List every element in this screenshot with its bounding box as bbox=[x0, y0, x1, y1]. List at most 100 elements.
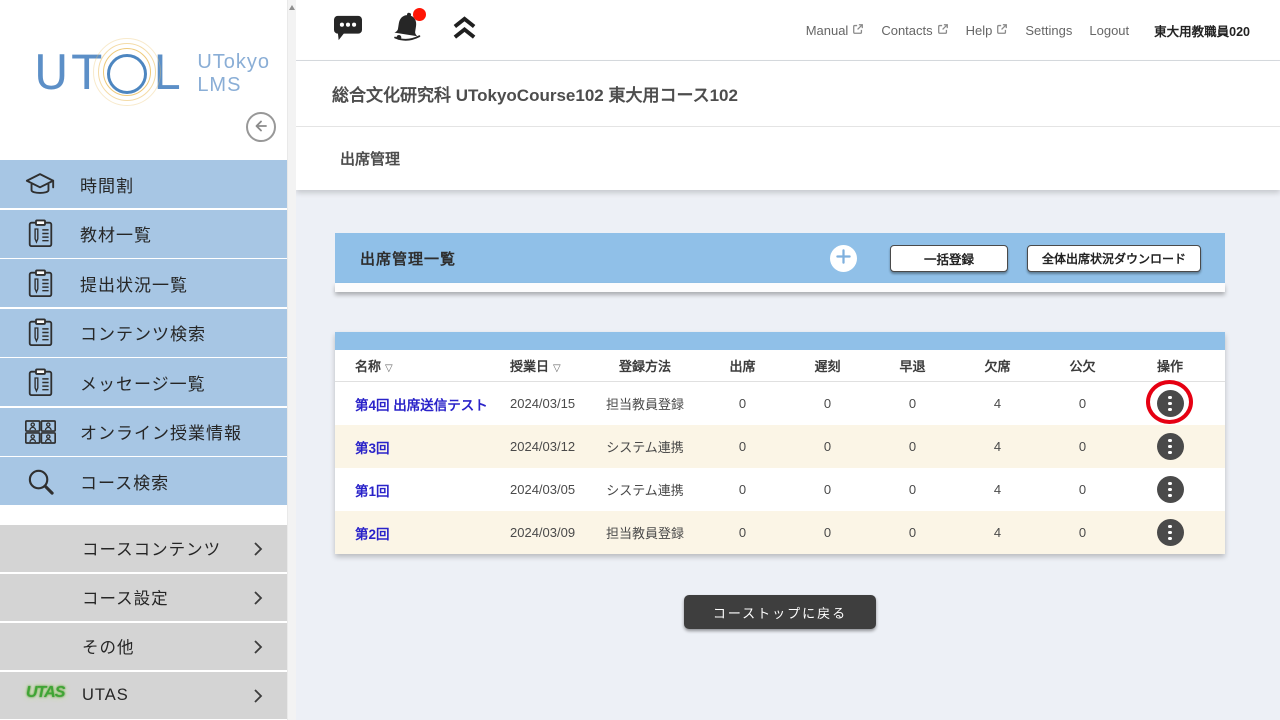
nav-link-settings[interactable]: Settings bbox=[1025, 23, 1072, 38]
attendance-panel-header: 出席管理一覧 一括登録 全体出席状況ダウンロード bbox=[335, 233, 1225, 283]
present-count: 0 bbox=[700, 525, 785, 540]
row-actions-menu-button[interactable] bbox=[1157, 519, 1184, 546]
table-header-row: 名称▽ 授業日▽ 登録方法 出席 遅刻 早退 欠席 公欠 操作 bbox=[335, 350, 1225, 382]
sidebar-item-label: コースコンテンツ bbox=[82, 536, 221, 560]
kebab-dot bbox=[1168, 494, 1172, 498]
collapse-topbar-icon[interactable] bbox=[451, 15, 478, 46]
sidebar-item-timetable[interactable]: 時間割 bbox=[0, 160, 287, 208]
chat-icon[interactable] bbox=[333, 14, 363, 47]
sidebar-item-label: UTAS bbox=[82, 686, 129, 705]
attendance-record-link[interactable]: 第4回 出席送信テスト bbox=[355, 398, 488, 413]
chevron-right-icon bbox=[253, 541, 263, 562]
kebab-dot bbox=[1168, 408, 1172, 412]
sidebar-collapse-button[interactable] bbox=[246, 112, 276, 142]
external-link-icon bbox=[937, 23, 949, 38]
clipboard-icon bbox=[0, 368, 80, 397]
arrow-left-icon bbox=[253, 118, 269, 137]
sort-icon[interactable]: ▽ bbox=[553, 363, 561, 374]
sidebar-item-course-settings[interactable]: コース設定 bbox=[0, 574, 287, 621]
kebab-dot bbox=[1168, 482, 1172, 486]
row-actions-menu-button[interactable] bbox=[1157, 476, 1184, 503]
nav-link-contacts[interactable]: Contacts bbox=[881, 23, 948, 38]
sidebar-item-messages[interactable]: メッセージ一覧 bbox=[0, 358, 287, 406]
nav-link-logout[interactable]: Logout bbox=[1089, 23, 1129, 38]
utas-logo-icon: UTAS bbox=[26, 684, 64, 702]
left-early-count: 0 bbox=[870, 396, 955, 411]
nav-link-manual[interactable]: Manual bbox=[806, 23, 865, 38]
excused-count: 0 bbox=[1040, 439, 1125, 454]
sidebar-menu: 時間割 教材一覧 提出状況一覧 bbox=[0, 160, 287, 719]
table-row: 第1回 2024/03/05 システム連携 0 0 0 4 0 bbox=[335, 468, 1225, 511]
sidebar-item-utas[interactable]: UTAS UTAS bbox=[0, 672, 287, 719]
attendance-record-link[interactable]: 第3回 bbox=[355, 441, 390, 456]
sidebar: U T L UTokyo LMS bbox=[0, 0, 287, 720]
external-link-icon bbox=[996, 23, 1008, 38]
chevron-right-icon bbox=[253, 590, 263, 611]
download-all-attendance-button[interactable]: 全体出席状況ダウンロード bbox=[1027, 245, 1201, 272]
sidebar-item-label: 提出状況一覧 bbox=[80, 271, 188, 296]
sidebar-item-submissions[interactable]: 提出状況一覧 bbox=[0, 259, 287, 307]
excused-count: 0 bbox=[1040, 482, 1125, 497]
sidebar-item-label: 時間割 bbox=[80, 172, 134, 197]
excused-count: 0 bbox=[1040, 396, 1125, 411]
table-row: 第3回 2024/03/12 システム連携 0 0 0 4 0 bbox=[335, 425, 1225, 468]
col-header-name[interactable]: 名称▽ bbox=[355, 356, 510, 375]
late-count: 0 bbox=[785, 482, 870, 497]
col-header-class-date[interactable]: 授業日▽ bbox=[510, 356, 590, 375]
search-icon bbox=[0, 467, 80, 496]
absent-count: 4 bbox=[955, 396, 1040, 411]
absent-count: 4 bbox=[955, 482, 1040, 497]
absent-count: 4 bbox=[955, 439, 1040, 454]
add-attendance-button[interactable] bbox=[830, 245, 857, 272]
late-count: 0 bbox=[785, 439, 870, 454]
plus-icon bbox=[836, 249, 851, 267]
scrollbar-up-arrow-icon[interactable] bbox=[289, 5, 295, 10]
col-header-registration-method: 登録方法 bbox=[590, 356, 700, 375]
registration-method: 担当教員登録 bbox=[590, 523, 700, 542]
sidebar-item-label: メッセージ一覧 bbox=[80, 370, 206, 395]
sidebar-item-course-search[interactable]: コース検索 bbox=[0, 457, 287, 505]
row-actions-menu-button[interactable] bbox=[1157, 433, 1184, 460]
sidebar-scrollbar[interactable] bbox=[287, 0, 296, 720]
menu-section-divider bbox=[0, 507, 287, 525]
logo-letter-u: U bbox=[34, 46, 72, 101]
sidebar-item-course-contents[interactable]: コースコンテンツ bbox=[0, 525, 287, 572]
sort-icon[interactable]: ▽ bbox=[385, 363, 393, 374]
logo-ring bbox=[93, 38, 161, 106]
row-actions-menu-button[interactable] bbox=[1157, 390, 1184, 417]
notification-dot bbox=[413, 8, 426, 21]
late-count: 0 bbox=[785, 396, 870, 411]
nav-link-help[interactable]: Help bbox=[966, 23, 1009, 38]
sidebar-item-label: コース検索 bbox=[80, 469, 169, 494]
table-top-bar bbox=[335, 332, 1225, 350]
panel-title: 出席管理一覧 bbox=[360, 248, 830, 269]
topbar-nav: Manual Contacts Help bbox=[806, 21, 1250, 40]
class-date: 2024/03/12 bbox=[510, 439, 590, 454]
sidebar-item-materials[interactable]: 教材一覧 bbox=[0, 210, 287, 258]
attendance-record-link[interactable]: 第1回 bbox=[355, 484, 390, 499]
section-title-row: 出席管理 bbox=[296, 127, 1280, 190]
attendance-record-link[interactable]: 第2回 bbox=[355, 527, 390, 542]
notifications-bell-icon[interactable] bbox=[390, 11, 424, 49]
left-early-count: 0 bbox=[870, 482, 955, 497]
class-date: 2024/03/09 bbox=[510, 525, 590, 540]
class-date: 2024/03/05 bbox=[510, 482, 590, 497]
late-count: 0 bbox=[785, 525, 870, 540]
kebab-dot bbox=[1168, 451, 1172, 455]
col-header-actions: 操作 bbox=[1125, 356, 1215, 375]
registration-method: 担当教員登録 bbox=[590, 394, 700, 413]
kebab-dot bbox=[1168, 402, 1172, 406]
registration-method: システム連携 bbox=[590, 437, 700, 456]
kebab-dot bbox=[1168, 439, 1172, 443]
nav-link-label: Settings bbox=[1025, 23, 1072, 38]
clipboard-icon bbox=[0, 318, 80, 347]
sidebar-item-others[interactable]: その他 bbox=[0, 623, 287, 670]
sidebar-item-online-class-info[interactable]: オンライン授業情報 bbox=[0, 408, 287, 456]
col-header-excused: 公欠 bbox=[1040, 356, 1125, 375]
chevron-right-icon bbox=[253, 688, 263, 709]
left-early-count: 0 bbox=[870, 439, 955, 454]
back-to-course-top-button[interactable]: コーストップに戻る bbox=[684, 595, 876, 629]
sidebar-item-content-search[interactable]: コンテンツ検索 bbox=[0, 309, 287, 357]
bulk-register-button[interactable]: 一括登録 bbox=[890, 245, 1008, 272]
nav-link-label: Help bbox=[966, 23, 993, 38]
